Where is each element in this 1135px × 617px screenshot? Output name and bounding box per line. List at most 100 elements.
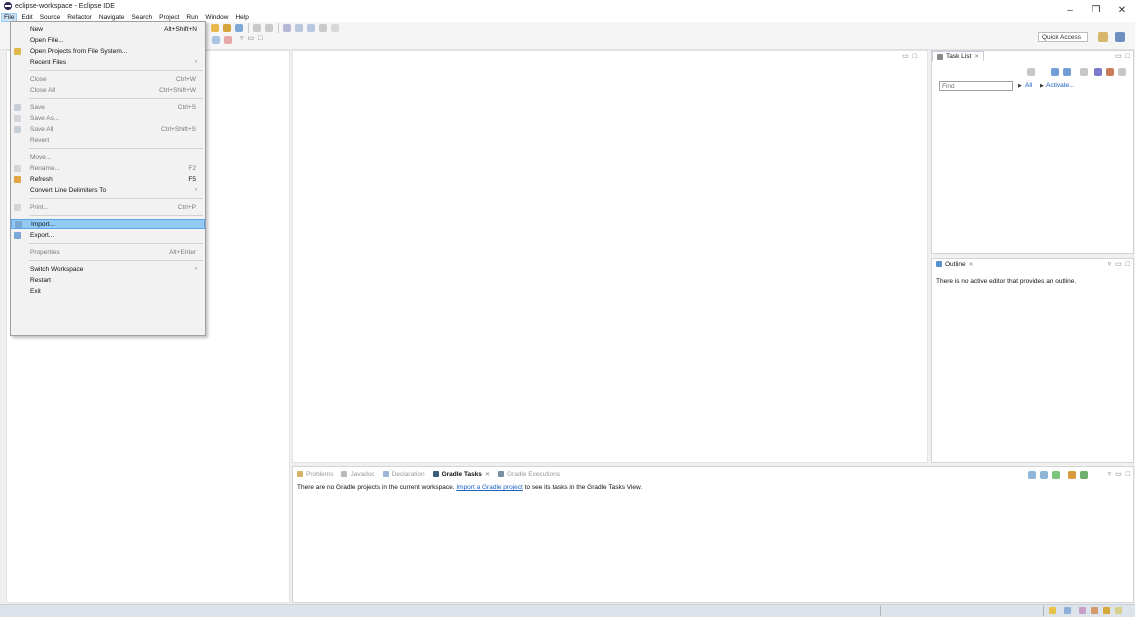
menu-refactor[interactable]: Refactor (67, 14, 92, 21)
menu-item-print[interactable]: Print... Ctrl+P (11, 202, 205, 212)
minimize-view-icon[interactable]: ▭ (1115, 52, 1122, 60)
new-task-icon[interactable] (1027, 68, 1035, 76)
menu-item-exit[interactable]: Exit (11, 286, 205, 296)
tab-outline[interactable]: Outline ✕ (932, 259, 978, 269)
tab-outline-label: Outline (945, 260, 966, 268)
close-icon[interactable]: ✕ (485, 471, 490, 478)
open-task-icon[interactable] (223, 24, 231, 32)
task-find-input[interactable] (939, 81, 1013, 91)
status-separator (1043, 606, 1044, 616)
next-annotation-icon[interactable] (253, 24, 261, 32)
scheduled-icon[interactable] (1063, 68, 1071, 76)
menu-item-move[interactable]: Move... (11, 152, 205, 162)
minimize-editor-icon[interactable]: ▭ (902, 52, 909, 60)
tab-declaration[interactable]: Declaration (379, 469, 429, 479)
collapse-all-icon[interactable] (1040, 471, 1048, 479)
tab-javadoc-label: Javadoc (350, 470, 375, 478)
lightbulb-icon[interactable] (1049, 607, 1056, 614)
file-menu-dropdown: New Alt+Shift+N Open File... Open Projec… (10, 21, 206, 336)
tasks-icon[interactable] (1079, 607, 1086, 614)
menu-item-open-projects[interactable]: Open Projects from File System... (11, 46, 205, 56)
menu-project[interactable]: Project (159, 14, 179, 21)
open-perspective-icon[interactable] (1098, 32, 1108, 42)
notification-icon[interactable] (1091, 607, 1098, 614)
menu-item-save-as[interactable]: Save As... (11, 113, 205, 123)
tab-gradle-executions[interactable]: Gradle Executions (494, 469, 564, 479)
menu-item-convert-line-delimiters[interactable]: Convert Line Delimiters To › (11, 185, 205, 195)
tab-task-list[interactable]: Task List ✕ (932, 51, 985, 61)
menu-item-revert[interactable]: Revert (11, 135, 205, 145)
search-icon[interactable] (235, 24, 243, 32)
java-perspective-icon[interactable] (1115, 32, 1125, 42)
view-menu-icon[interactable]: ▿ (1108, 260, 1112, 268)
menu-item-label: Move... (30, 153, 52, 161)
synchronize-icon[interactable] (1106, 68, 1114, 76)
maximize-view-icon[interactable]: □ (1126, 471, 1130, 478)
close-icon[interactable]: ✕ (969, 261, 974, 268)
menu-run[interactable]: Run (186, 14, 198, 21)
collapse-icon[interactable] (1118, 68, 1126, 76)
open-type-icon[interactable] (211, 24, 219, 32)
menu-navigate[interactable]: Navigate (99, 14, 125, 21)
last-edit-icon[interactable] (283, 24, 291, 32)
expand-all-icon[interactable] (1028, 471, 1036, 479)
maximize-view-icon[interactable]: □ (258, 35, 262, 42)
menu-item-save-all[interactable]: Save All Ctrl+Shift+S (11, 124, 205, 134)
collapse-all-icon[interactable] (212, 36, 220, 44)
menu-item-shortcut: Alt+Shift+N (164, 25, 197, 33)
tab-gradle-tasks[interactable]: Gradle Tasks ✕ (429, 469, 494, 479)
menu-edit[interactable]: Edit (21, 14, 32, 21)
activate-link[interactable]: Activate... (1046, 82, 1075, 89)
maximize-editor-icon[interactable]: □ (913, 53, 917, 60)
refresh-tasks-icon[interactable] (1080, 471, 1088, 479)
progress-icon[interactable] (1064, 607, 1071, 614)
menu-item-save[interactable]: Save Ctrl+S (11, 102, 205, 112)
outline-message: There is no active editor that provides … (936, 278, 1077, 285)
minimize-view-icon[interactable]: ▭ (1115, 470, 1122, 478)
tab-javadoc[interactable]: Javadoc (337, 469, 378, 479)
maximize-view-icon[interactable]: □ (1126, 261, 1130, 268)
menu-help[interactable]: Help (235, 14, 248, 21)
run-tasks-icon[interactable] (1052, 471, 1060, 479)
save-all-icon (14, 125, 21, 133)
menu-item-close-all[interactable]: Close All Ctrl+Shift+W (11, 85, 205, 95)
quick-access-input[interactable]: Quick Access (1038, 32, 1088, 42)
all-link[interactable]: All (1025, 82, 1032, 89)
menu-item-new[interactable]: New Alt+Shift+N (11, 24, 205, 34)
prev-annotation-icon[interactable] (265, 24, 273, 32)
menu-item-refresh[interactable]: Refresh F5 (11, 174, 205, 184)
tip-icon[interactable] (1115, 607, 1122, 614)
back-icon[interactable] (295, 24, 303, 32)
close-icon[interactable]: ✕ (974, 53, 979, 60)
menu-item-import[interactable]: Import... (11, 219, 205, 229)
tab-problems[interactable]: Problems (293, 469, 337, 479)
pin-editor-icon[interactable] (319, 24, 327, 32)
hide-completed-icon[interactable] (1094, 68, 1102, 76)
menu-item-close[interactable]: Close Ctrl+W (11, 74, 205, 84)
menu-item-switch-workspace[interactable]: Switch Workspace › (11, 264, 205, 274)
menu-item-rename[interactable]: Rename... F2 (11, 163, 205, 173)
minimize-view-icon[interactable]: ▭ (248, 34, 255, 42)
menu-item-recent-files[interactable]: Recent Files › (11, 57, 205, 67)
menu-item-export[interactable]: Export... (11, 230, 205, 240)
menu-window[interactable]: Window (205, 14, 228, 21)
wrench-icon[interactable] (1103, 607, 1110, 614)
link-editor-icon[interactable] (224, 36, 232, 44)
menu-source[interactable]: Source (40, 14, 61, 21)
forward-icon[interactable] (307, 24, 315, 32)
categorized-icon[interactable] (1051, 68, 1059, 76)
menu-item-properties[interactable]: Properties Alt+Enter (11, 247, 205, 257)
focus-workweek-icon[interactable] (1080, 68, 1088, 76)
submenu-arrow-icon: › (195, 266, 197, 272)
editor-controls: ▭ □ (898, 51, 917, 61)
link-selection-icon[interactable] (1068, 471, 1076, 479)
menu-search[interactable]: Search (132, 14, 153, 21)
menu-item-open-file[interactable]: Open File... (11, 35, 205, 45)
external-tools-icon[interactable] (331, 24, 339, 32)
menu-item-restart[interactable]: Restart (11, 275, 205, 285)
view-menu-icon[interactable]: ▿ (1108, 470, 1112, 478)
import-gradle-project-link[interactable]: Import a Gradle project (456, 484, 522, 491)
maximize-view-icon[interactable]: □ (1126, 53, 1130, 60)
view-menu-icon[interactable]: ▿ (240, 34, 244, 42)
minimize-view-icon[interactable]: ▭ (1115, 260, 1122, 268)
